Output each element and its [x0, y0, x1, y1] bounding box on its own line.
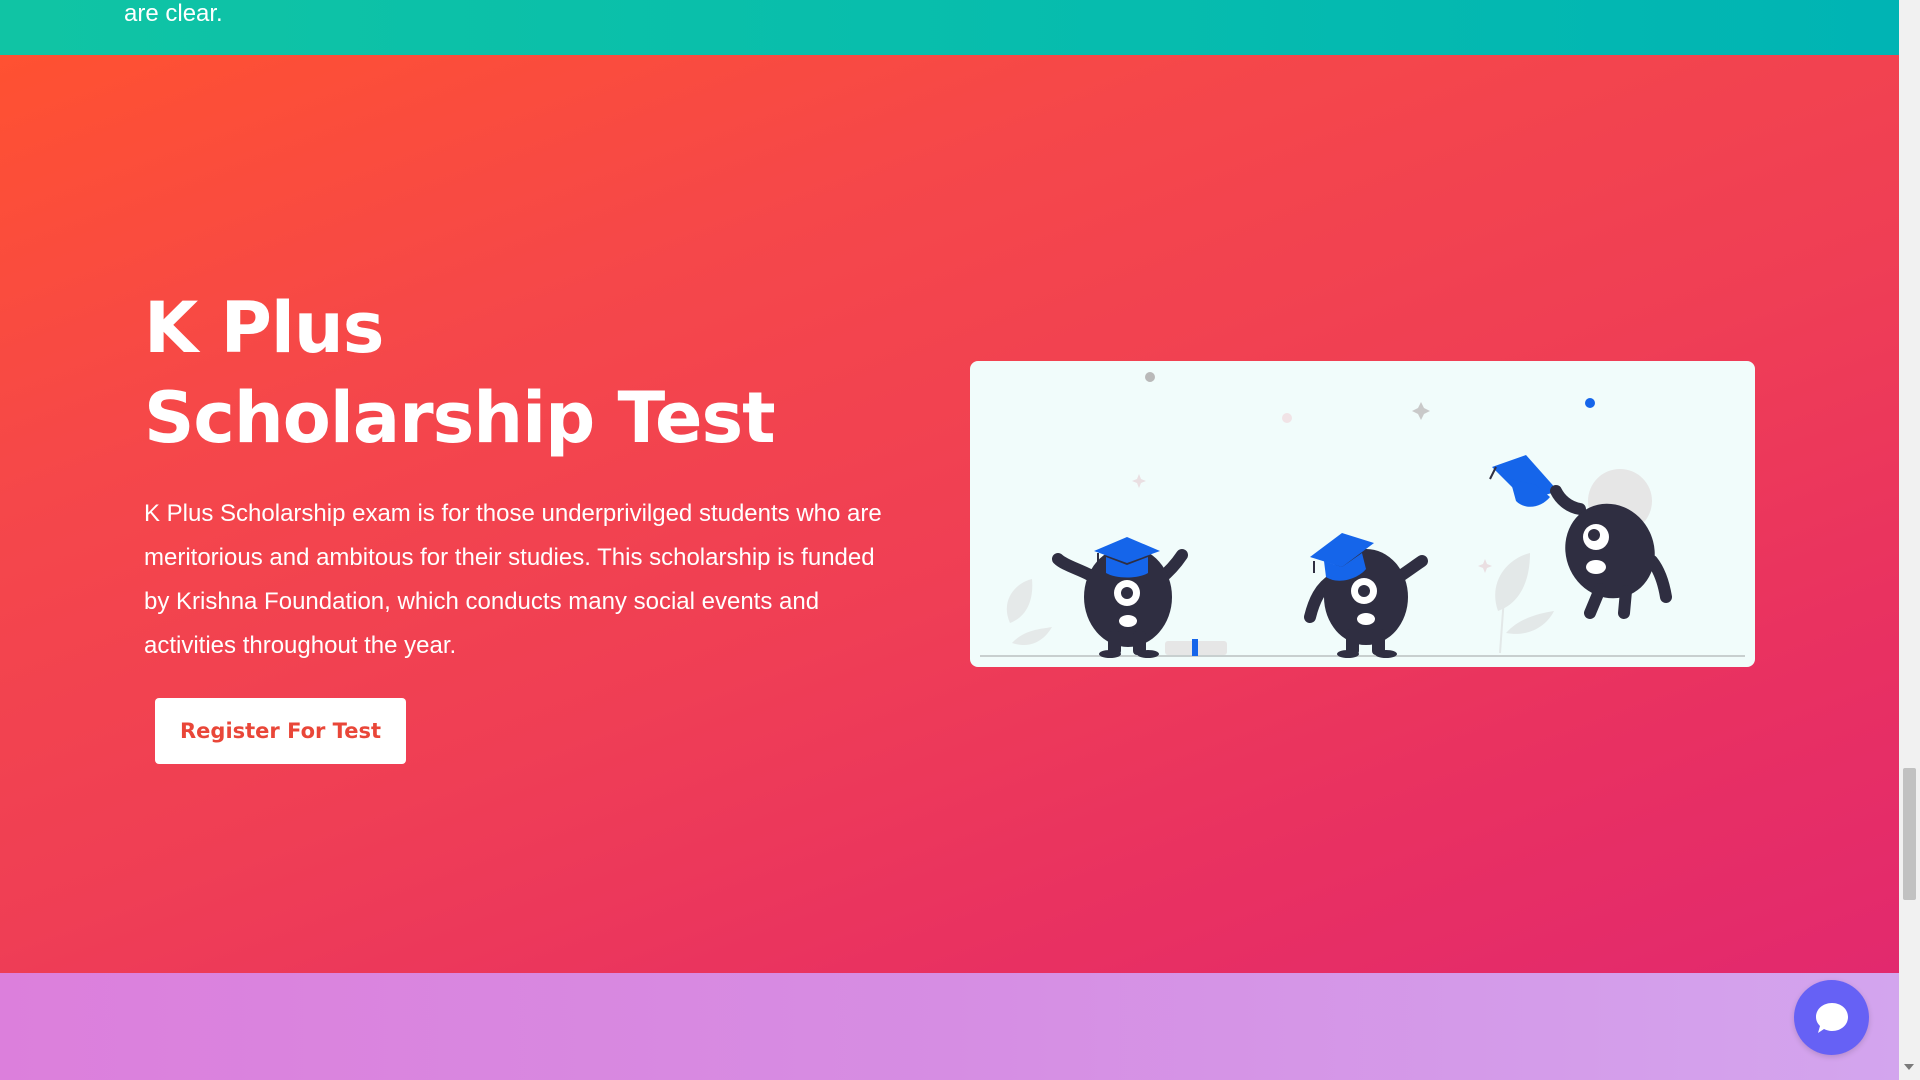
graduation-illustration [970, 361, 1755, 667]
leaf-decoration [1012, 627, 1052, 646]
page: are clear. K Plus Scholarship Test K Plu… [0, 0, 1920, 1080]
diploma-ribbon [1192, 639, 1198, 656]
scroll-down-arrow-icon[interactable] [1904, 1064, 1914, 1070]
decor-sparkle [1478, 559, 1492, 573]
character-right-jumping [1550, 469, 1672, 619]
leaf-decoration [1006, 579, 1033, 623]
scholarship-hero-section: K Plus Scholarship Test K Plus Scholarsh… [0, 55, 1899, 973]
hero-description: K Plus Scholarship exam is for those und… [144, 500, 882, 659]
chat-bubble-icon [1815, 1002, 1848, 1033]
hero-title: K Plus Scholarship Test [144, 283, 776, 463]
scrollbar-thumb[interactable] [1903, 768, 1916, 900]
hero-title-line-2: Scholarship Test [144, 377, 776, 459]
next-section [0, 973, 1899, 1080]
flying-graduation-cap [1489, 455, 1558, 507]
decor-dot [1145, 372, 1155, 382]
character-middle [1304, 533, 1428, 658]
page-scrollbar[interactable] [1899, 0, 1920, 1080]
decor-sparkle [1132, 474, 1146, 488]
chat-widget-button[interactable] [1794, 980, 1869, 1055]
decor-dot [1585, 398, 1595, 408]
leaf-decoration [1506, 611, 1554, 634]
hero-title-line-1: K Plus [144, 287, 384, 369]
previous-section-text: are clear. [124, 0, 223, 27]
register-for-test-button[interactable]: Register For Test [155, 698, 406, 764]
previous-section: are clear. [0, 0, 1899, 55]
decor-dot [1282, 413, 1292, 423]
leaf-decoration [1495, 553, 1530, 611]
character-left [1052, 537, 1188, 658]
decor-sparkle [1412, 402, 1430, 420]
